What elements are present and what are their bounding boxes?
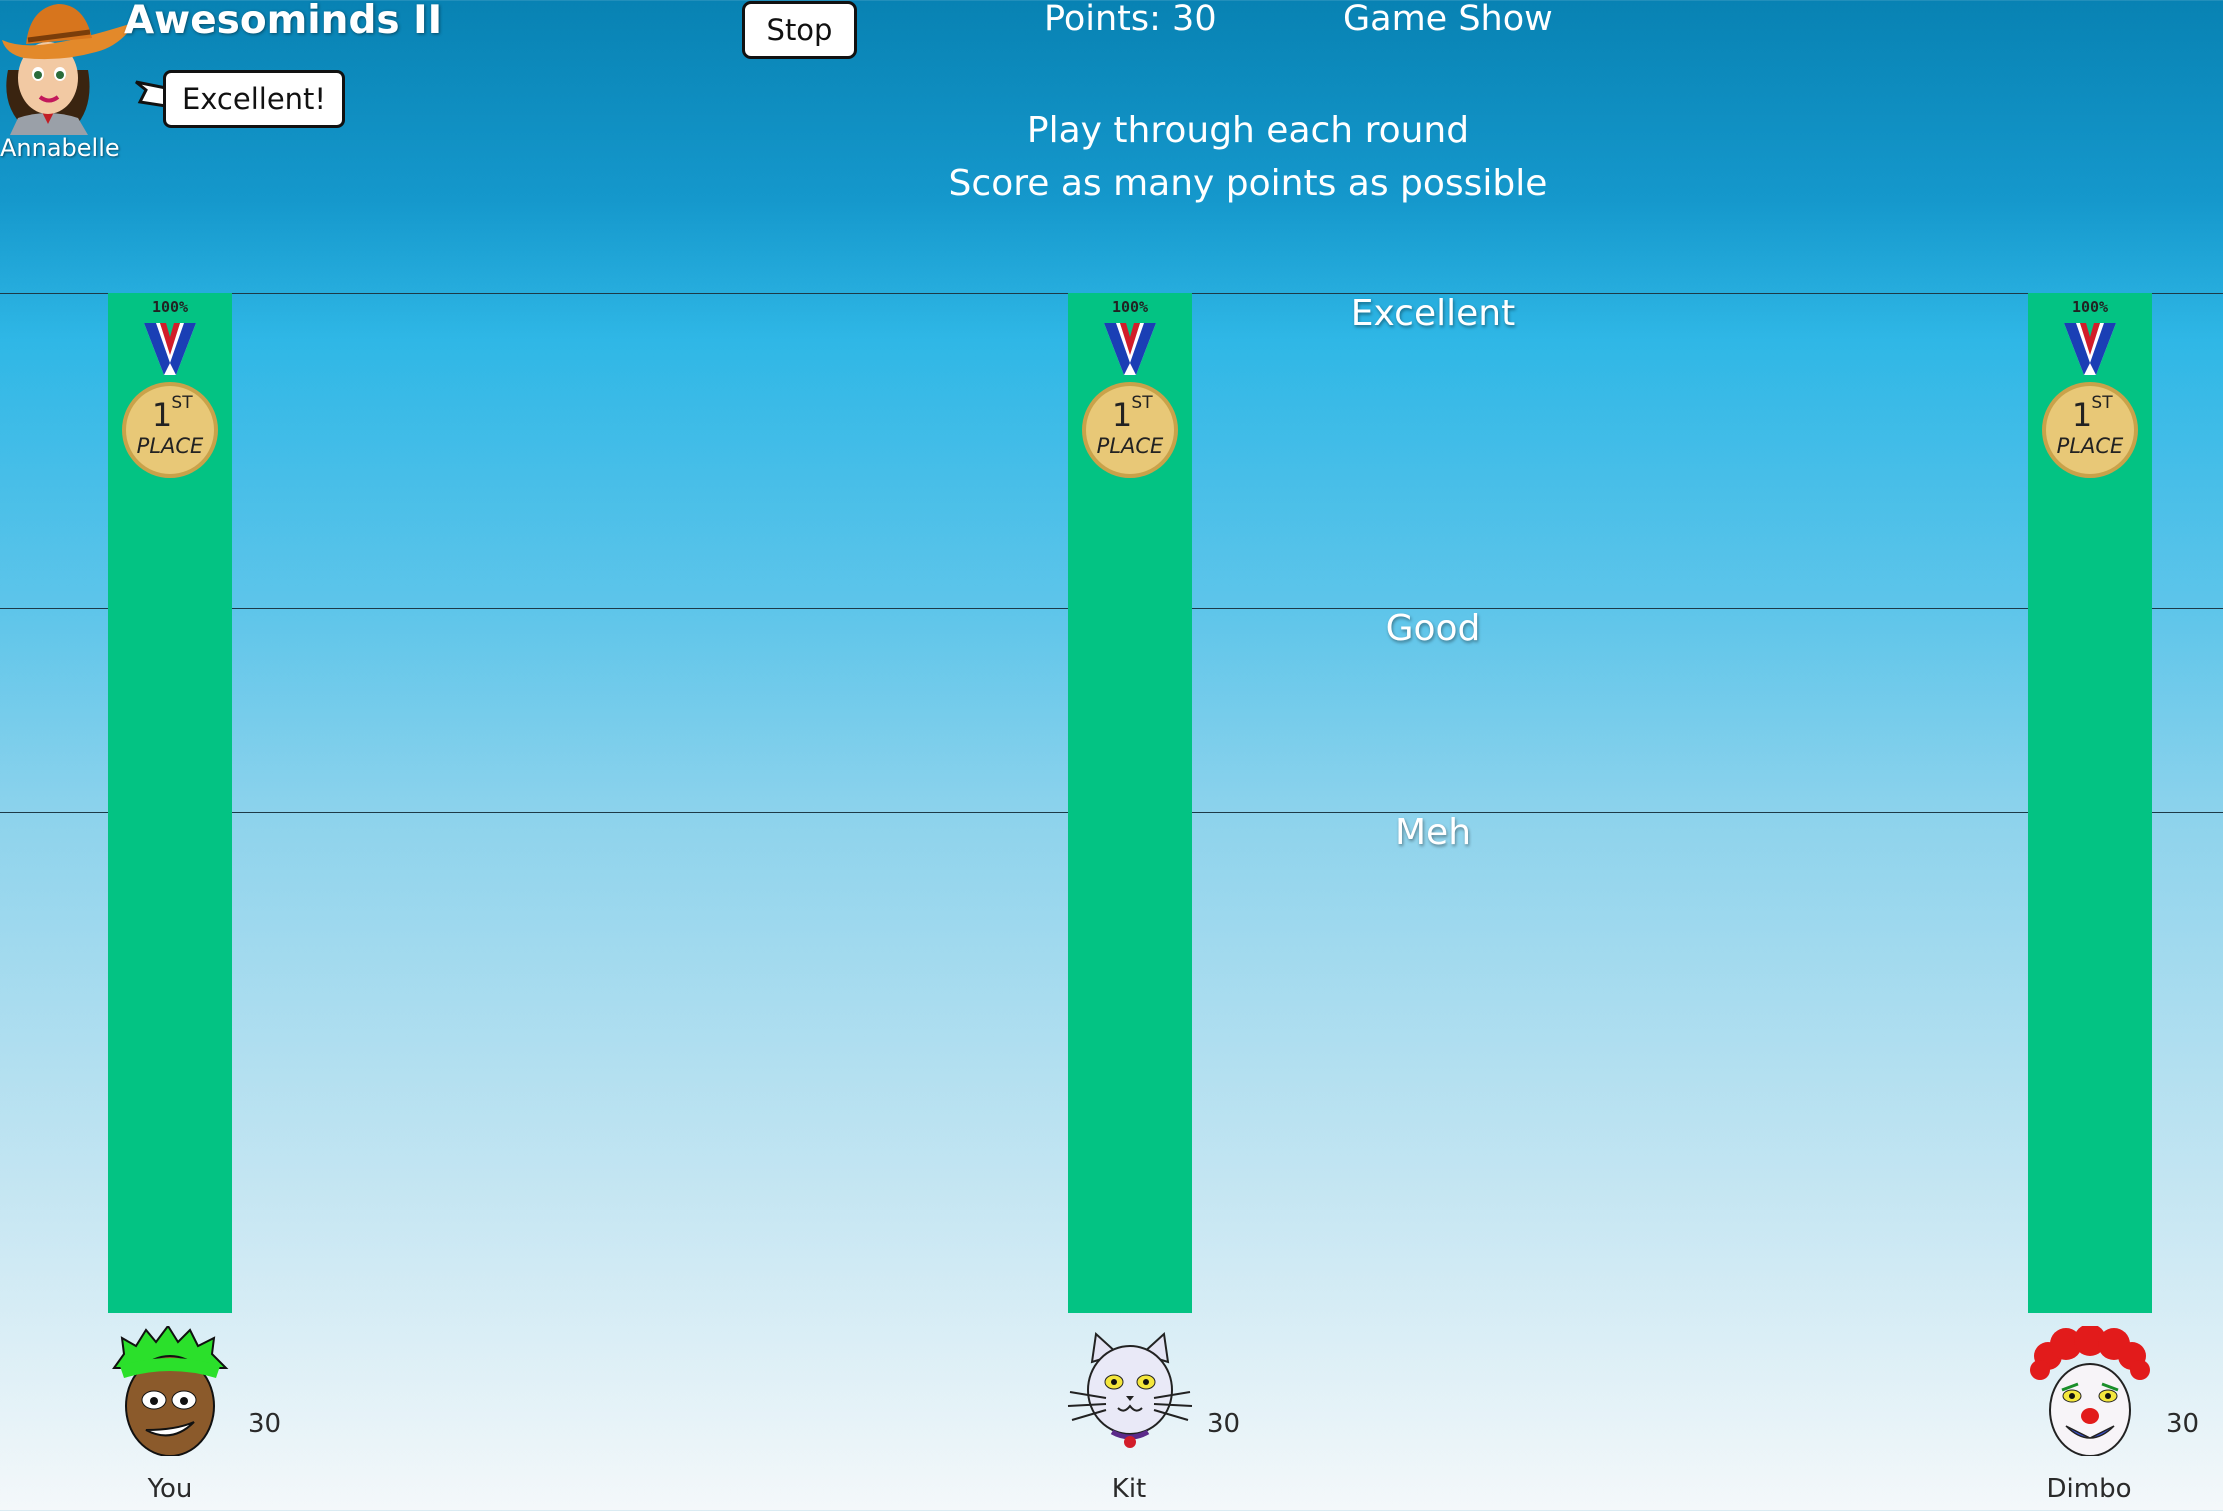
instruction-line-1: Play through each round [1026, 110, 1470, 151]
medal-place: PLACE [1097, 434, 1164, 458]
instruction-line-2: Score as many points as possible [948, 163, 1548, 204]
points-counter: Points: 30 [1044, 0, 1217, 39]
player-name-you: You [147, 1474, 193, 1504]
medal-place: PLACE [2057, 434, 2124, 458]
medal-rank-suffix: ST [1131, 393, 1153, 413]
medal-rank: 1 [2072, 396, 2092, 434]
medal-rank-suffix: ST [171, 393, 193, 413]
medal-icon: 100% 1 ST PLACE [122, 298, 218, 478]
player-score-you: 30 [248, 1409, 282, 1439]
medal-place: PLACE [137, 434, 204, 458]
medal-rank-suffix: ST [2091, 393, 2113, 413]
medal-rank: 1 [1112, 396, 1132, 434]
medal-percent: 100% [1112, 298, 1148, 316]
player-score-dimbo: 30 [2166, 1409, 2200, 1439]
player-name-kit: Kit [1111, 1474, 1147, 1504]
app-title: Awesominds II [124, 0, 443, 43]
medal-icon: 100% 1 ST PLACE [1082, 298, 1178, 478]
stop-button[interactable]: Stop [742, 1, 857, 59]
player-score-kit: 30 [1207, 1409, 1241, 1439]
medal-percent: 100% [2072, 298, 2108, 316]
clown-icon [2030, 1326, 2150, 1456]
medal-icon: 100% 1 ST PLACE [2042, 298, 2138, 478]
game-mode-label: Game Show [1343, 0, 1553, 39]
medal-rank: 1 [152, 396, 172, 434]
player-name-dimbo: Dimbo [2046, 1474, 2132, 1504]
medal-percent: 100% [152, 298, 188, 316]
green-hair-boy-icon [112, 1326, 229, 1456]
cat-icon [1067, 1332, 1193, 1448]
